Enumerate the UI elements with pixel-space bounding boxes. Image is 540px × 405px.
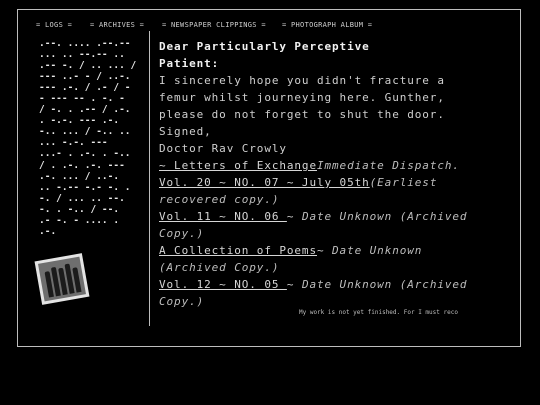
cipher-line: --- ..- - / ..-. — [39, 71, 131, 83]
entry-note: (Earliest — [369, 176, 438, 189]
entry-vol12: Vol. 12 ~ NO. 05 ~ Date Unknown (Archive… — [159, 276, 514, 293]
entry-note: Date Unknown (Archived — [301, 210, 468, 223]
cipher-line: --- .-. / .- / - — [39, 82, 131, 94]
vol12-no05-link[interactable]: Vol. 12 ~ NO. 05 — [159, 278, 287, 291]
nav-newspaper-clippings[interactable]: = NEWSPAPER CLIPPINGS = — [162, 21, 266, 29]
cipher-line: -.. ... / -.. .. — [39, 126, 131, 138]
cipher-line: ... .. --.-- .. — [39, 49, 125, 61]
cipher-line: .. -.-- -.- -. . — [39, 181, 131, 193]
cipher-text-block: .--. .... .--.-- ... .. --.-- .. .-- -. … — [39, 38, 143, 248]
entry-vol11: Vol. 11 ~ NO. 06 ~ Date Unknown (Archive… — [159, 208, 514, 225]
nav-archives[interactable]: = ARCHIVES = — [90, 21, 144, 29]
entry-note-continued: recovered copy.) — [159, 193, 280, 206]
entry-note: Immediate Dispatch. — [316, 159, 460, 172]
entry-note-continued: Copy.) — [159, 295, 205, 308]
top-nav: = LOGS = = ARCHIVES = = NEWSPAPER CLIPPI… — [36, 21, 396, 33]
cipher-line: .-. ... / ..-. — [39, 170, 120, 182]
entry-note-continued: Copy.) — [159, 227, 205, 240]
entry-note: Date Unknown (Archived — [301, 278, 468, 291]
cipher-line: . -.-. --- .-. — [39, 115, 120, 127]
entry-separator: ~ — [316, 244, 333, 257]
cipher-line: -. . -.. / --. — [39, 203, 120, 215]
scrolling-footer-note: My work is not yet finished. For I must … — [299, 309, 458, 316]
vol11-no06-link[interactable]: Vol. 11 ~ NO. 06 — [159, 210, 287, 223]
cipher-line: ...- . .-. . -.. — [39, 148, 131, 160]
entry-separator: ~ — [286, 278, 302, 291]
cipher-line: ... -.-. --- — [39, 137, 108, 149]
letter-content: Dear Particularly Perceptive Patient: I … — [159, 38, 514, 310]
greeting-line: Dear Particularly Perceptive — [159, 40, 370, 53]
entry-letters-of-exchange: ~ Letters of ExchangeImmediate Dispatch. — [159, 157, 514, 174]
entry-vol20: Vol. 20 ~ NO. 07 ~ July 05th(Earliest — [159, 174, 514, 191]
letter-body-line: I sincerely hope you didn't fracture a — [159, 74, 445, 87]
entry-note-continued: (Archived Copy.) — [159, 261, 280, 274]
collection-of-poems-link[interactable]: A Collection of Poems — [159, 244, 317, 257]
author-name: Doctor Rav Crowly — [159, 142, 287, 155]
nav-photograph-album[interactable]: = PHOTOGRAPH ALBUM = — [282, 21, 372, 29]
group-photograph[interactable] — [34, 253, 90, 305]
cipher-line: .-- -. / .. ... / — [39, 60, 137, 72]
column-divider — [149, 31, 150, 326]
cipher-line: / -. . .-- / .-. — [39, 104, 131, 116]
cipher-line: .- -. - .... . — [39, 214, 120, 226]
cipher-line: .-. — [39, 225, 57, 237]
cipher-line: - --- -- . -. - — [39, 93, 125, 105]
signed-label: Signed, — [159, 125, 212, 138]
entry-separator: ~ — [286, 210, 302, 223]
entry-poems: A Collection of Poems~ Date Unknown — [159, 242, 514, 259]
vol20-no07-link[interactable]: Vol. 20 ~ NO. 07 ~ July 05th — [159, 176, 370, 189]
entry-note: Date Unknown — [332, 244, 423, 257]
nav-logs[interactable]: = LOGS = — [36, 21, 72, 29]
cipher-line: / . .-. .-. --- — [39, 159, 125, 171]
cipher-line: .--. .... .--.-- — [39, 38, 131, 49]
greeting-line: Patient: — [159, 57, 220, 70]
cipher-line: -. / ... .. --. — [39, 192, 125, 204]
letter-body-line: femur whilst journeying here. Gunther, — [159, 91, 445, 104]
letter-body-line: please do not forget to shut the door. — [159, 108, 445, 121]
photograph-image — [38, 256, 86, 302]
letters-of-exchange-link[interactable]: ~ Letters of Exchange — [159, 159, 317, 172]
